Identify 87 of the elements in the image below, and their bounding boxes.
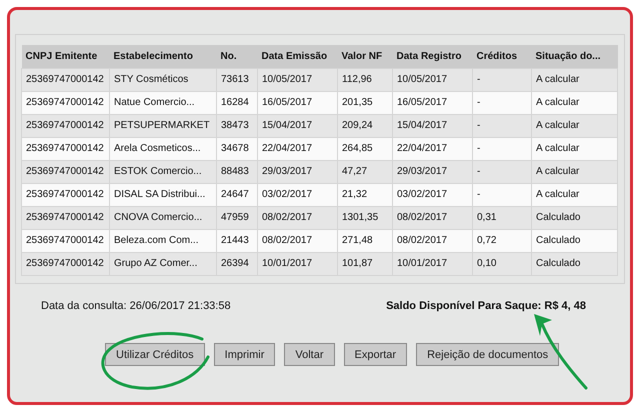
table-cell: 21443: [216, 229, 258, 252]
table-cell: Arela Cosmeticos...: [110, 137, 216, 160]
table-cell: 25369747000142: [22, 68, 110, 91]
table-cell: 25369747000142: [22, 137, 110, 160]
table-cell: 03/02/2017: [392, 183, 472, 206]
table-cell: Grupo AZ Comer...: [110, 252, 216, 275]
table-cell: PETSUPERMARKET: [110, 114, 216, 137]
table-cell: 25369747000142: [22, 114, 110, 137]
column-header[interactable]: No.: [216, 45, 258, 68]
table-cell: 08/02/2017: [258, 229, 338, 252]
column-header[interactable]: Estabelecimento: [110, 45, 216, 68]
table-cell: -: [472, 183, 532, 206]
table-cell: 29/03/2017: [258, 160, 338, 183]
table-cell: 25369747000142: [22, 160, 110, 183]
table-cell: 38473: [216, 114, 258, 137]
table-cell: 47,27: [338, 160, 392, 183]
table-cell: 29/03/2017: [392, 160, 472, 183]
table-cell: -: [472, 91, 532, 114]
table-cell: -: [472, 160, 532, 183]
table-cell: A calcular: [532, 183, 618, 206]
table-cell: 1301,35: [338, 206, 392, 229]
table-cell: -: [472, 68, 532, 91]
column-header[interactable]: Data Registro: [392, 45, 472, 68]
table-cell: 25369747000142: [22, 91, 110, 114]
table-cell: Calculado: [532, 206, 618, 229]
table-cell: Natue Comercio...: [110, 91, 216, 114]
table-cell: 34678: [216, 137, 258, 160]
table-cell: CNOVA Comercio...: [110, 206, 216, 229]
table-cell: 26394: [216, 252, 258, 275]
column-header[interactable]: CNPJ Emitente: [22, 45, 110, 68]
table-cell: DISAL SA Distribui...: [110, 183, 216, 206]
table-cell: A calcular: [532, 137, 618, 160]
table-cell: 271,48: [338, 229, 392, 252]
table-cell: 0,10: [472, 252, 532, 275]
table-cell: A calcular: [532, 68, 618, 91]
table-cell: 201,35: [338, 91, 392, 114]
column-header[interactable]: Créditos: [472, 45, 532, 68]
action-button[interactable]: Exportar: [344, 343, 408, 366]
column-header[interactable]: Situação do...: [532, 45, 618, 68]
table-cell: 209,24: [338, 114, 392, 137]
table-cell: 88483: [216, 160, 258, 183]
table-cell: Beleza.com Com...: [110, 229, 216, 252]
table-cell: A calcular: [532, 160, 618, 183]
action-button[interactable]: Utilizar Créditos: [105, 343, 205, 366]
table-cell: 101,87: [338, 252, 392, 275]
table-cell: A calcular: [532, 114, 618, 137]
action-button[interactable]: Rejeição de documentos: [416, 343, 560, 366]
table-cell: 24647: [216, 183, 258, 206]
table-cell: 25369747000142: [22, 183, 110, 206]
table-cell: 16/05/2017: [258, 91, 338, 114]
table-cell: 112,96: [338, 68, 392, 91]
action-button[interactable]: Voltar: [284, 343, 334, 366]
action-button[interactable]: Imprimir: [214, 343, 276, 366]
table-cell: STY Cosméticos: [110, 68, 216, 91]
table-cell: 73613: [216, 68, 258, 91]
table-cell: 08/02/2017: [392, 206, 472, 229]
table-cell: 16284: [216, 91, 258, 114]
table-cell: 10/01/2017: [392, 252, 472, 275]
balance-text: Saldo Disponível Para Saque: R$ 4, 48: [386, 300, 586, 312]
table-cell: 25369747000142: [22, 252, 110, 275]
table-cell: 22/04/2017: [258, 137, 338, 160]
table-cell: 47959: [216, 206, 258, 229]
table-cell: ESTOK Comercio...: [110, 160, 216, 183]
column-header[interactable]: Valor NF: [338, 45, 392, 68]
table-cell: 22/04/2017: [392, 137, 472, 160]
table-cell: 0,72: [472, 229, 532, 252]
table-cell: 0,31: [472, 206, 532, 229]
table-cell: 16/05/2017: [392, 91, 472, 114]
table-cell: 25369747000142: [22, 229, 110, 252]
table-cell: 25369747000142: [22, 206, 110, 229]
table-cell: 10/05/2017: [392, 68, 472, 91]
query-date: Data da consulta: 26/06/2017 21:33:58: [41, 300, 231, 312]
table-cell: -: [472, 114, 532, 137]
column-header[interactable]: Data Emissão: [258, 45, 338, 68]
table-cell: 10/05/2017: [258, 68, 338, 91]
table-cell: 08/02/2017: [258, 206, 338, 229]
table-cell: 21,32: [338, 183, 392, 206]
table-cell: 03/02/2017: [258, 183, 338, 206]
table-cell: 264,85: [338, 137, 392, 160]
table-cell: Calculado: [532, 252, 618, 275]
table-cell: -: [472, 137, 532, 160]
table-cell: 08/02/2017: [392, 229, 472, 252]
table-cell: A calcular: [532, 91, 618, 114]
table-cell: 10/01/2017: [258, 252, 338, 275]
table-cell: 15/04/2017: [392, 114, 472, 137]
table-cell: Calculado: [532, 229, 618, 252]
table-cell: 15/04/2017: [258, 114, 338, 137]
